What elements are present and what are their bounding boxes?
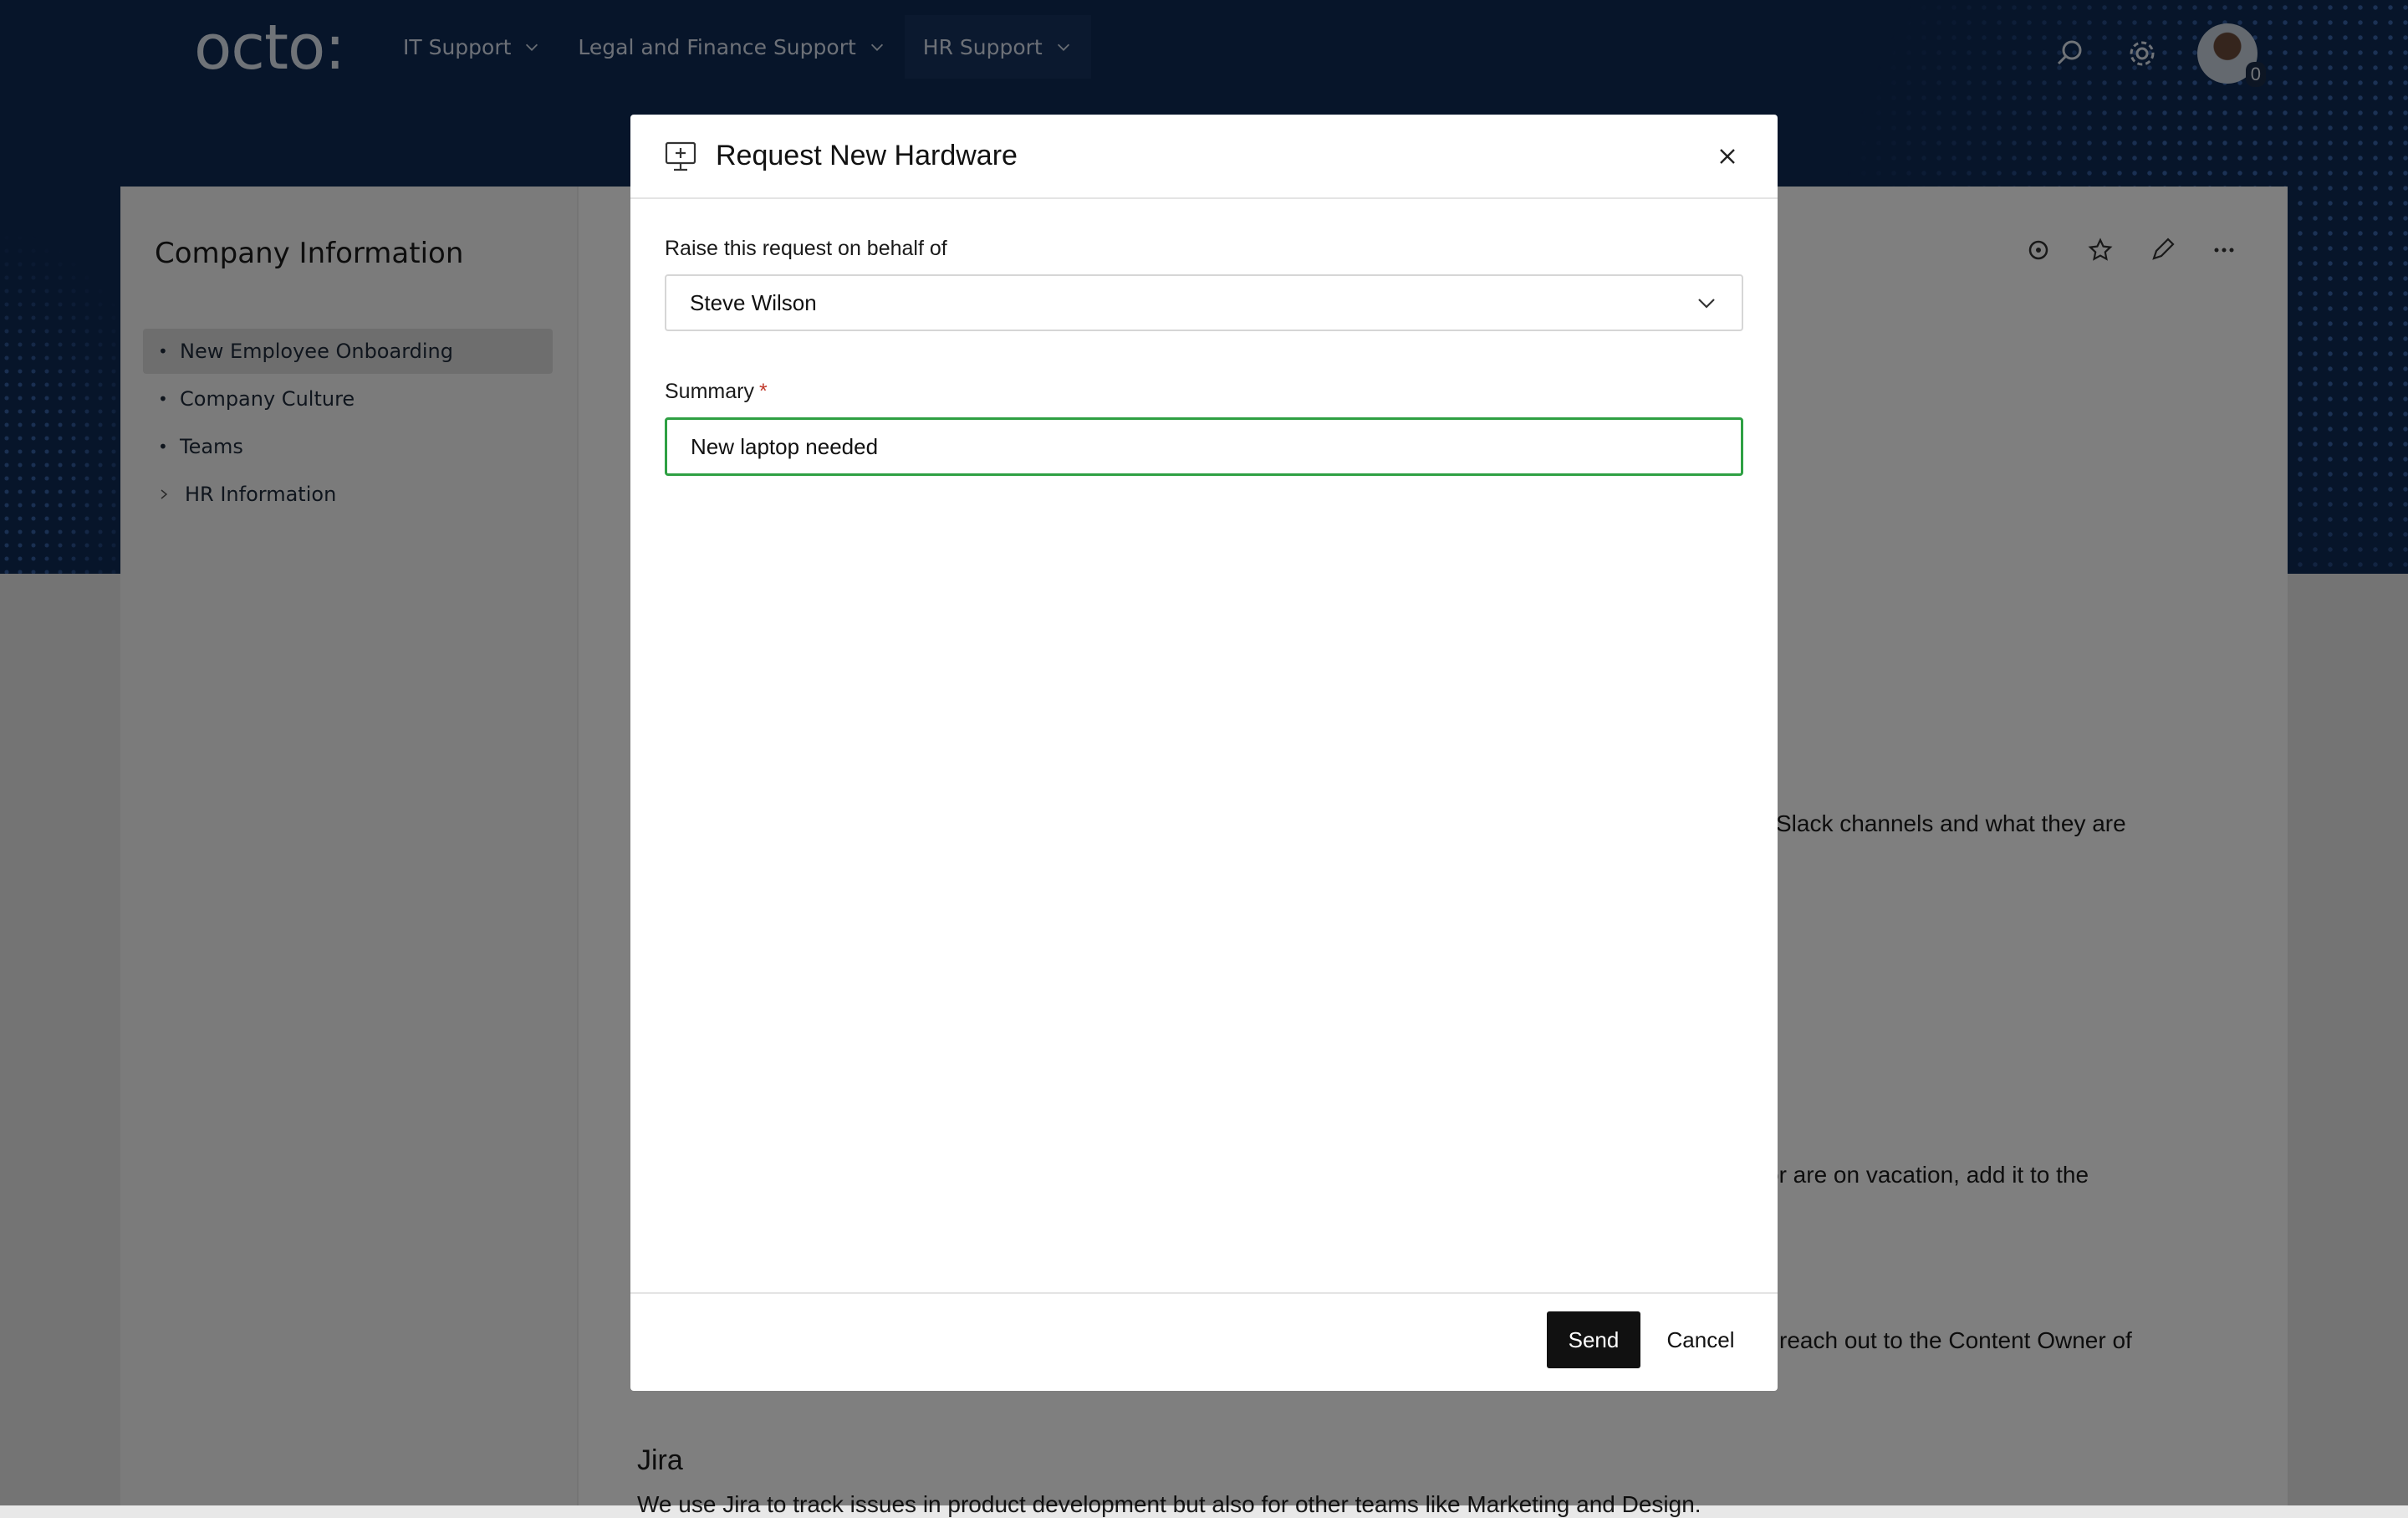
summary-input[interactable]: New laptop needed xyxy=(665,417,1743,476)
monitor-add-icon xyxy=(665,141,696,171)
dialog-header: Request New Hardware xyxy=(630,115,1778,199)
cancel-button[interactable]: Cancel xyxy=(1661,1311,1741,1368)
send-button[interactable]: Send xyxy=(1547,1311,1640,1368)
summary-input-value: New laptop needed xyxy=(691,433,879,459)
behalf-label: Raise this request on behalf of xyxy=(665,237,947,260)
required-marker: * xyxy=(758,380,768,403)
behalf-select-value: Steve Wilson xyxy=(690,289,817,315)
behalf-select[interactable]: Steve Wilson xyxy=(665,274,1743,331)
close-button[interactable] xyxy=(1711,140,1744,173)
close-icon xyxy=(1720,148,1735,164)
summary-label-text: Summary xyxy=(665,380,754,403)
dialog-footer: Send Cancel xyxy=(630,1292,1778,1391)
chevron-down-icon xyxy=(1698,299,1715,309)
request-hardware-dialog: Request New Hardware Raise this request … xyxy=(630,115,1778,1391)
dialog-title: Request New Hardware xyxy=(716,140,1018,171)
summary-label: Summary * xyxy=(665,380,768,404)
